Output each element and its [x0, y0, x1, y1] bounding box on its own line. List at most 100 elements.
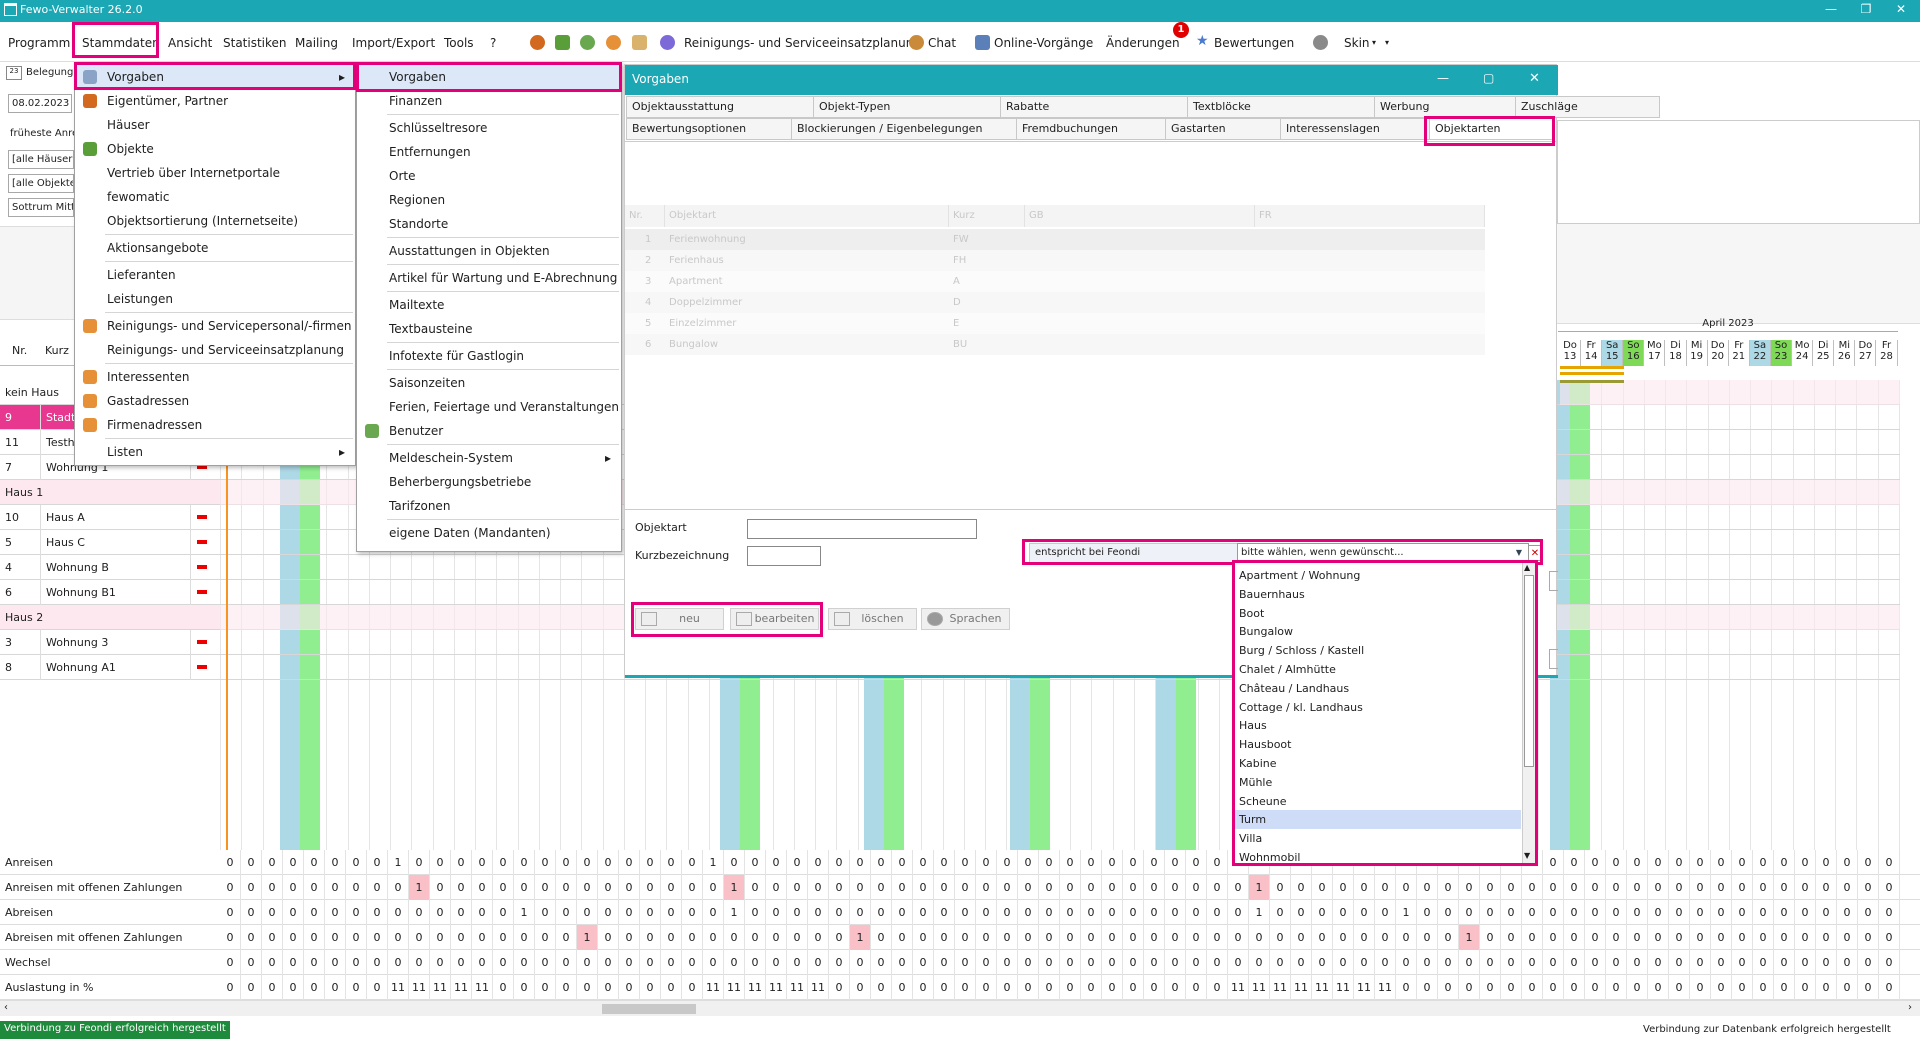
cleaning-person-icon[interactable] [660, 35, 675, 50]
menu-mailing[interactable]: Mailing [295, 34, 338, 52]
menu-stammdaten[interactable]: Stammdaten [82, 34, 160, 52]
vorgaben-item[interactable]: Ferien, Feiertage und Veranstaltungen [357, 395, 621, 419]
feondi-option[interactable]: Haus [1235, 716, 1521, 735]
menu-help[interactable]: ? [490, 34, 496, 52]
menu-reinigungsplanung[interactable]: Reinigungs- und Serviceeinsatzplanung [684, 34, 921, 52]
vorgaben-item[interactable]: Meldeschein-System ▸ [357, 446, 621, 470]
feondi-select[interactable]: bitte wählen, wenn gewünscht... [1237, 543, 1529, 563]
stammdaten-item[interactable]: Aktionsangebote [75, 236, 355, 260]
feondi-option[interactable]: Chalet / Almhütte [1235, 660, 1521, 679]
scroll-up-icon[interactable]: ▲ [1524, 563, 1530, 572]
vorgaben-item[interactable]: Artikel für Wartung und E-Abrechnung [357, 266, 621, 290]
overflow-chevron-icon[interactable]: ▾ [1385, 34, 1389, 52]
tab-4[interactable]: Werbung [1374, 96, 1516, 118]
minimize-button[interactable]: — [1816, 2, 1846, 20]
scroll-down-icon[interactable]: ▼ [1524, 851, 1530, 860]
feondi-options-list[interactable]: ▲ ▼ Apartment / Wohnung Bauernhaus Boot Bun… [1234, 562, 1536, 864]
star-icon[interactable]: ★ [1196, 32, 1209, 50]
booking-bar-2[interactable] [1560, 372, 1624, 375]
person-orange-icon[interactable] [606, 35, 621, 50]
menu-statistiken[interactable]: Statistiken [223, 34, 287, 52]
stammdaten-item[interactable]: Objektsortierung (Internetseite) [75, 209, 355, 233]
menu-aenderungen[interactable]: Änderungen [1106, 34, 1180, 52]
table-row[interactable]: 4 Wohnung B [0, 555, 220, 580]
table-row[interactable]: 6 Wohnung B1 [0, 580, 220, 605]
menu-programm[interactable]: Programm [8, 34, 70, 52]
menu-tools[interactable]: Tools [444, 34, 474, 52]
restore-button[interactable]: ❐ [1851, 2, 1881, 20]
menu-bewertungen[interactable]: Bewertungen [1214, 34, 1294, 52]
chat-icon[interactable] [909, 35, 924, 50]
tab-1[interactable]: Objekt-Typen [813, 96, 1001, 118]
vorgaben-item[interactable]: Benutzer [357, 419, 621, 443]
menu-chat[interactable]: Chat [928, 34, 956, 52]
sort-filter[interactable]: Sottrum Mitte [8, 198, 74, 217]
vorgaben-item[interactable]: Mailtexte [357, 293, 621, 317]
stammdaten-item[interactable]: Interessenten [75, 365, 355, 389]
stammdaten-item[interactable]: Vertrieb über Internetportale [75, 161, 355, 185]
feondi-option[interactable]: Bungalow [1235, 622, 1521, 641]
stammdaten-item[interactable]: Firmenadressen [75, 413, 355, 437]
people-icon[interactable] [530, 35, 545, 50]
tab-row2-2[interactable]: Fremdbuchungen [1016, 118, 1166, 140]
dialog-close-button[interactable]: ✕ [1529, 71, 1540, 86]
stammdaten-item[interactable]: Reinigungs- und Serviceeinsatzplanung [75, 338, 355, 362]
tab-row2-0[interactable]: Bewertungsoptionen [626, 118, 792, 140]
calendar-icon[interactable]: 23 [6, 66, 22, 80]
stammdaten-item[interactable]: fewomatic [75, 185, 355, 209]
feondi-option[interactable]: Scheune [1235, 792, 1521, 811]
tab-2[interactable]: Rabatte [1000, 96, 1188, 118]
kurz-input[interactable] [747, 546, 821, 566]
dialog-table-row[interactable]: 2 Ferienhaus FH [625, 250, 1485, 271]
clipboard-icon[interactable] [632, 35, 647, 50]
clear-icon[interactable]: ✕ [1528, 545, 1542, 561]
objects-filter[interactable]: [alle Objekte] [8, 174, 74, 193]
menu-import-export[interactable]: Import/Export [352, 34, 435, 52]
list-scrollbar[interactable]: ▲ ▼ [1522, 563, 1535, 863]
stammdaten-item[interactable]: Eigentümer, Partner [75, 89, 355, 113]
feondi-option[interactable]: Apartment / Wohnung [1235, 566, 1521, 585]
stammdaten-item[interactable]: Objekte [75, 137, 355, 161]
stammdaten-item[interactable]: Listen ▸ [75, 440, 355, 464]
tab-5[interactable]: Zuschläge [1515, 96, 1660, 118]
feondi-option[interactable]: Boot [1235, 604, 1521, 623]
scroll-right-icon[interactable]: › [1908, 1002, 1912, 1013]
stammdaten-item[interactable]: Lieferanten [75, 263, 355, 287]
feondi-option[interactable]: Mühle [1235, 773, 1521, 792]
vorgaben-item[interactable]: Finanzen [357, 89, 621, 113]
vorgaben-item[interactable]: Beherbergungsbetriebe [357, 470, 621, 494]
objektart-input[interactable] [747, 519, 977, 539]
tab-0[interactable]: Objektausstattung [626, 96, 814, 118]
feondi-option[interactable]: Kabine [1235, 754, 1521, 773]
horizontal-scrollbar[interactable]: ‹ › [0, 1000, 1920, 1016]
feondi-option[interactable]: Villa [1235, 829, 1521, 848]
vorgaben-item[interactable]: Ausstattungen in Objekten [357, 239, 621, 263]
booking-bar-3[interactable] [1560, 380, 1624, 383]
dialog-table-row[interactable]: 4 Doppelzimmer D [625, 292, 1485, 313]
date-field[interactable]: 08.02.2023 [8, 94, 72, 113]
vorgaben-item[interactable]: Tarifzonen [357, 494, 621, 518]
vorgaben-item[interactable]: Standorte [357, 212, 621, 236]
loeschen-button[interactable]: löschen [828, 608, 917, 630]
tab-row2-1[interactable]: Blockierungen / Eigenbelegungen [791, 118, 1017, 140]
table-row[interactable]: 3 Wohnung 3 [0, 630, 220, 655]
feondi-option[interactable]: Cottage / kl. Landhaus [1235, 698, 1521, 717]
feondi-option[interactable]: Bauernhaus [1235, 585, 1521, 604]
tab-row2-5[interactable]: Objektarten [1429, 118, 1555, 140]
sprachen-button[interactable]: Sprachen [921, 608, 1010, 630]
booking-bar-1[interactable] [1560, 366, 1624, 369]
tab-belegung[interactable]: Belegung [26, 67, 73, 78]
tab-row2-4[interactable]: Interessenslagen [1280, 118, 1430, 140]
table-row[interactable]: 5 Haus C [0, 530, 220, 555]
vorgaben-item[interactable]: Orte [357, 164, 621, 188]
menu-skin[interactable]: Skin [1344, 34, 1370, 52]
feondi-option[interactable]: Turm [1235, 810, 1521, 830]
house-icon[interactable] [555, 35, 570, 50]
bearbeiten-button[interactable]: bearbeiten [730, 608, 819, 630]
tab-row2-3[interactable]: Gastarten [1165, 118, 1281, 140]
vorgaben-item[interactable]: Vorgaben [357, 65, 621, 89]
scroll-left-icon[interactable]: ‹ [4, 1002, 8, 1013]
menu-ansicht[interactable]: Ansicht [168, 34, 212, 52]
gear-icon[interactable] [1313, 35, 1328, 50]
stammdaten-item[interactable]: Häuser [75, 113, 355, 137]
